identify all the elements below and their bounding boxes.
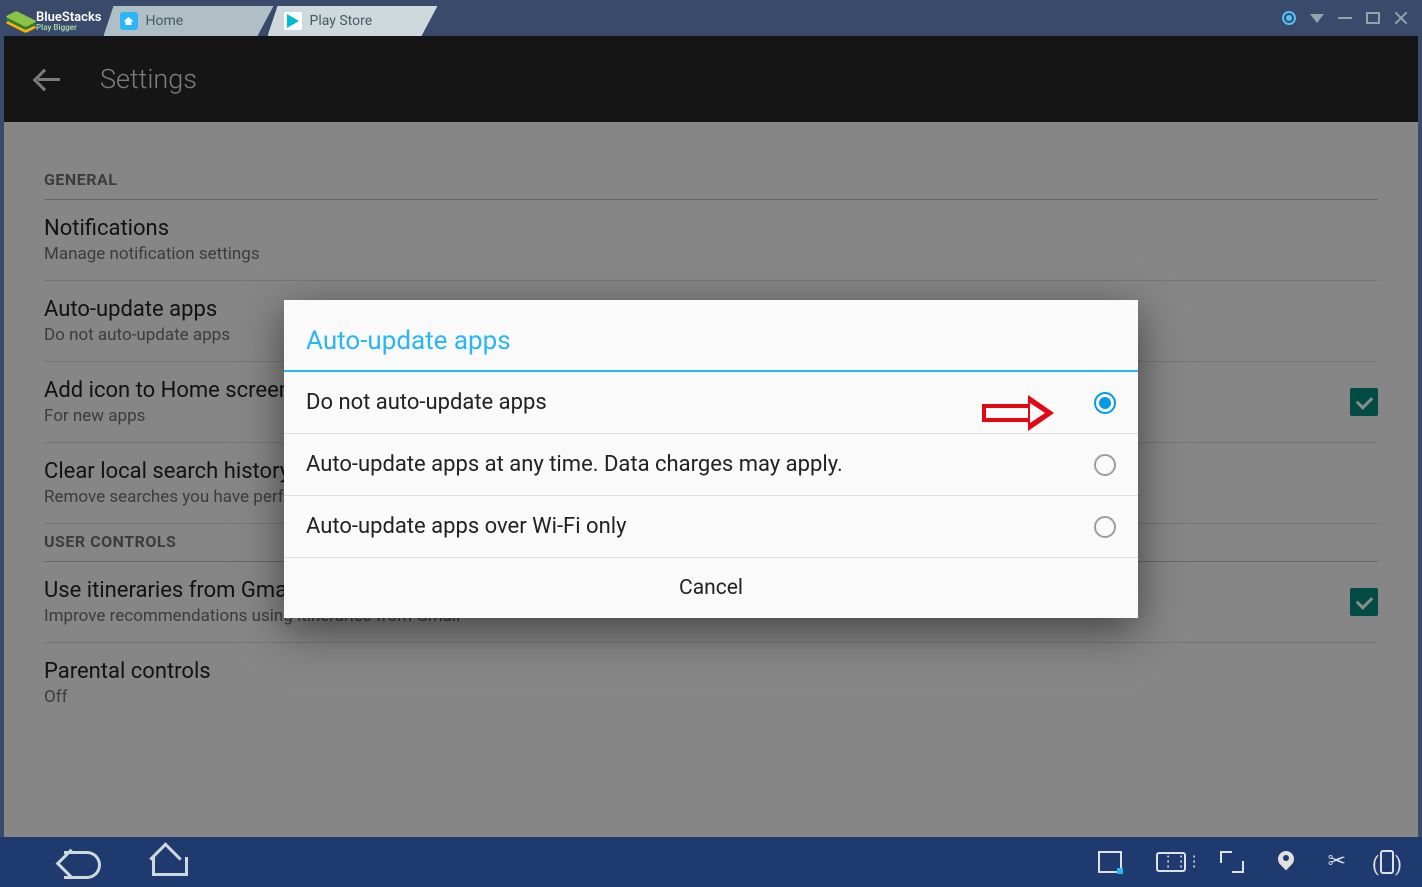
window-maximize-button[interactable]	[1366, 12, 1380, 24]
toggle-screen-icon[interactable]	[1098, 851, 1122, 873]
keyboard-icon[interactable]	[1156, 852, 1186, 872]
bluestacks-tagline: Play Bigger	[36, 24, 102, 32]
dialog-option-label: Auto-update apps at any time. Data charg…	[306, 452, 843, 477]
dialog-cancel-button[interactable]: Cancel	[284, 558, 1138, 618]
play-store-icon	[284, 12, 302, 30]
nav-home-button[interactable]	[152, 849, 182, 873]
dialog-option-wifi-only[interactable]: Auto-update apps over Wi-Fi only	[284, 496, 1138, 558]
dialog-title: Auto-update apps	[284, 300, 1138, 372]
shake-device-icon[interactable]	[1380, 850, 1394, 874]
window-close-button[interactable]	[1394, 11, 1408, 25]
app-viewport: Settings GENERAL Notifications Manage no…	[4, 36, 1418, 841]
auto-update-dialog: Auto-update apps Do not auto-update apps…	[284, 300, 1138, 618]
radio-unselected-icon[interactable]	[1094, 454, 1116, 476]
home-icon	[120, 12, 138, 30]
nav-back-button[interactable]	[60, 849, 102, 875]
radio-selected-icon[interactable]	[1094, 392, 1116, 414]
dropdown-icon[interactable]	[1310, 14, 1324, 23]
window-minimize-button[interactable]	[1338, 17, 1352, 19]
notification-dot-icon[interactable]	[1282, 11, 1296, 25]
tab-play-store-label: Play Store	[310, 13, 373, 29]
tab-play-store[interactable]: Play Store	[268, 6, 438, 36]
bluestacks-toolbar: ✂	[1098, 850, 1422, 874]
radio-unselected-icon[interactable]	[1094, 516, 1116, 538]
bluestacks-logo-icon	[10, 13, 32, 31]
tab-home[interactable]: Home	[104, 6, 274, 36]
dialog-option-any-time[interactable]: Auto-update apps at any time. Data charg…	[284, 434, 1138, 496]
android-nav-bar: ✂	[0, 837, 1422, 887]
bluestacks-titlebar: BlueStacks Play Bigger Home Play Store	[0, 0, 1422, 36]
dialog-option-label: Do not auto-update apps	[306, 390, 547, 415]
screenshot-scissors-icon[interactable]: ✂	[1328, 851, 1346, 873]
bluestacks-logo: BlueStacks Play Bigger	[6, 11, 110, 36]
fullscreen-icon[interactable]	[1220, 851, 1244, 873]
tab-home-label: Home	[146, 13, 184, 29]
location-pin-icon[interactable]	[1278, 851, 1294, 873]
dialog-option-label: Auto-update apps over Wi-Fi only	[306, 514, 626, 539]
dialog-option-do-not-update[interactable]: Do not auto-update apps	[284, 372, 1138, 434]
